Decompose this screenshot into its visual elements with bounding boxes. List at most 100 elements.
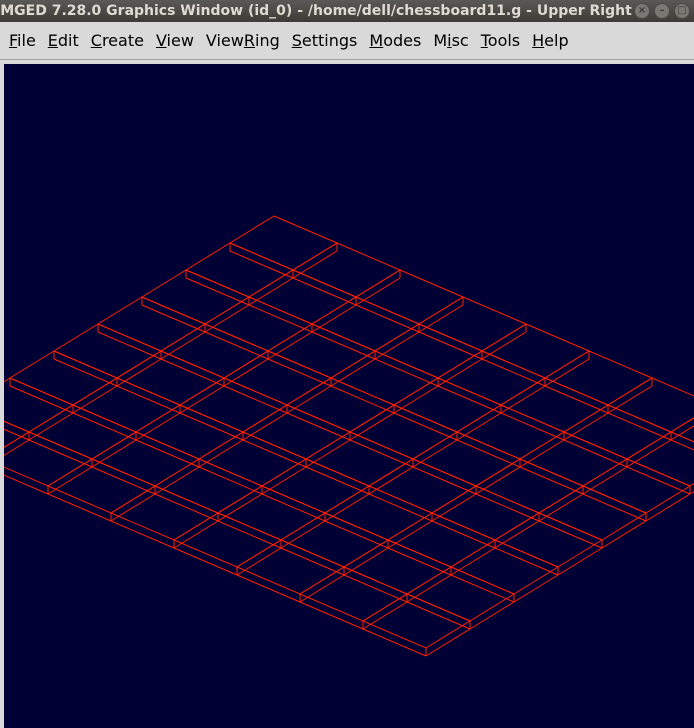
- board-square: [235, 539, 346, 603]
- square-edge: [160, 331, 206, 360]
- square-edge: [450, 547, 496, 576]
- square-top-face: [153, 458, 264, 514]
- minimize-icon[interactable]: –: [654, 3, 670, 19]
- square-edge: [450, 574, 515, 603]
- board-square: [348, 404, 459, 468]
- menu-edit[interactable]: Edit: [42, 31, 85, 50]
- square-top-face: [241, 404, 352, 460]
- board-square: [4, 420, 31, 456]
- square-edge: [185, 277, 250, 306]
- square-top-face: [134, 404, 245, 460]
- square-edge: [28, 412, 74, 441]
- menu-settings[interactable]: Settings: [286, 31, 364, 50]
- square-edge: [324, 493, 370, 522]
- square-edge: [305, 439, 351, 468]
- square-top-face: [115, 350, 226, 406]
- square-edge: [418, 304, 464, 333]
- square-top-face: [329, 350, 440, 406]
- square-edge: [481, 331, 527, 360]
- square-top-face: [455, 404, 566, 460]
- square-edge: [267, 331, 313, 360]
- square-edge: [292, 250, 338, 279]
- square-top-face: [449, 539, 560, 595]
- menu-help[interactable]: Help: [526, 31, 574, 50]
- square-top-face: [323, 485, 434, 541]
- square-edge: [179, 412, 244, 441]
- square-top-face: [392, 377, 503, 433]
- square-edge: [198, 466, 263, 495]
- square-edge: [72, 412, 137, 441]
- board-square: [518, 431, 629, 495]
- square-top-face: [562, 404, 673, 460]
- square-edge: [494, 547, 559, 576]
- square-edge: [582, 466, 628, 495]
- square-edge: [670, 439, 694, 451]
- square-edge: [500, 385, 546, 414]
- square-top-face: [109, 485, 220, 541]
- square-edge: [343, 547, 389, 576]
- square-top-face: [4, 420, 31, 448]
- square-edge: [355, 304, 420, 333]
- square-edge: [173, 520, 219, 549]
- menu-misc[interactable]: Misc: [427, 31, 474, 50]
- square-edge: [626, 439, 672, 468]
- square-top-face: [46, 458, 157, 514]
- square-top-face: [27, 404, 138, 460]
- square-edge: [670, 425, 694, 441]
- menu-create[interactable]: Create: [85, 31, 150, 50]
- square-top-face: [430, 485, 541, 541]
- square-top-face: [304, 431, 415, 487]
- square-edge: [280, 520, 326, 549]
- board-square: [134, 404, 245, 468]
- square-top-face: [361, 593, 472, 649]
- menu-view[interactable]: View: [150, 31, 200, 50]
- square-top-face: [543, 350, 654, 406]
- square-edge: [116, 385, 181, 414]
- menu-viewring[interactable]: ViewRing: [200, 31, 286, 50]
- square-top-face: [291, 242, 402, 298]
- square-top-face: [436, 350, 547, 406]
- board-square: [96, 296, 207, 360]
- square-top-face: [474, 458, 585, 514]
- square-edge: [91, 466, 156, 495]
- square-edge: [236, 574, 301, 603]
- graphics-viewport[interactable]: [4, 64, 694, 728]
- square-top-face: [266, 323, 377, 379]
- close-icon[interactable]: ×: [634, 3, 650, 19]
- menu-tools[interactable]: Tools: [475, 31, 526, 50]
- board-square: [260, 458, 371, 522]
- square-edge: [563, 439, 628, 468]
- board-square: [46, 458, 157, 522]
- menu-modes[interactable]: Modes: [363, 31, 427, 50]
- square-edge: [110, 493, 156, 522]
- maximize-icon[interactable]: □: [674, 3, 690, 19]
- square-edge: [362, 601, 408, 630]
- board-square: [90, 431, 201, 495]
- square-edge: [72, 385, 118, 414]
- board-square: [474, 458, 585, 522]
- square-edge: [538, 520, 603, 549]
- board-square: [222, 350, 333, 414]
- wireframe-scene[interactable]: [4, 64, 694, 728]
- square-top-face: [228, 215, 339, 271]
- square-edge: [47, 493, 112, 522]
- square-top-face: [310, 296, 421, 352]
- board-square: [285, 377, 396, 441]
- square-top-face: [71, 377, 182, 433]
- square-edge: [500, 412, 565, 441]
- board-square: [241, 404, 352, 468]
- square-edge: [437, 358, 483, 387]
- square-top-face: [480, 323, 591, 379]
- square-edge: [349, 412, 395, 441]
- square-edge: [431, 520, 496, 549]
- square-top-face: [96, 296, 207, 352]
- menu-file[interactable]: File: [3, 31, 42, 50]
- title-bar[interactable]: MGED 7.28.0 Graphics Window (id_0) - /ho…: [0, 0, 694, 22]
- board-square: [8, 350, 119, 414]
- square-edge: [53, 358, 118, 387]
- square-edge: [173, 547, 238, 576]
- square-edge: [406, 601, 471, 630]
- board-square: [417, 296, 528, 360]
- board-square: [178, 377, 289, 441]
- board-square: [392, 377, 503, 441]
